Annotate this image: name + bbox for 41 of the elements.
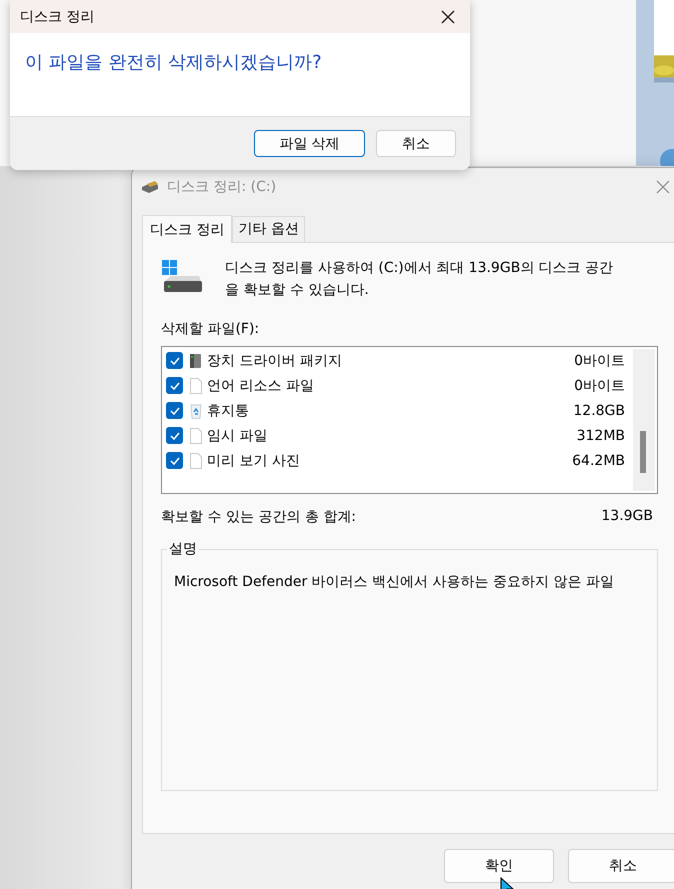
scrollbar[interactable] bbox=[633, 349, 655, 491]
description-text: Microsoft Defender 바이러스 백신에서 사용하는 중요하지 않은 파일 bbox=[173, 573, 614, 592]
checkbox[interactable] bbox=[166, 427, 183, 444]
file-size: 64.2MB bbox=[572, 452, 625, 468]
file-icon bbox=[188, 452, 204, 468]
files-label: 삭제할 파일(F): bbox=[161, 320, 260, 338]
close-icon bbox=[656, 180, 670, 194]
file-size: 12.8GB bbox=[573, 402, 625, 418]
window-title: 디스크 정리: (C:) bbox=[167, 178, 276, 196]
tab[interactable]: 디스크 정리 bbox=[142, 215, 232, 243]
file-name: 휴지통 bbox=[207, 402, 250, 420]
scrollbar-thumb[interactable] bbox=[640, 431, 646, 473]
description-text: 디스크 정리를 사용하여 (C:)에서 최대 13.9GB의 디스크 공간을 확보할 수 있습니다. bbox=[225, 259, 614, 300]
recycle-bin-icon bbox=[188, 402, 204, 418]
file-size: 312MB bbox=[576, 428, 625, 444]
ok-button[interactable]: 확인 bbox=[444, 849, 554, 883]
confirm-message: 이 파일을 완전히 삭제하시겠습니까? bbox=[25, 51, 323, 74]
file-name: 미리 보기 사진 bbox=[207, 452, 301, 470]
group-legend: 설명 bbox=[167, 540, 199, 558]
checkbox[interactable] bbox=[166, 402, 183, 419]
file-name: 장치 드라이버 패키지 bbox=[207, 352, 343, 370]
server-icon bbox=[188, 352, 204, 368]
tab[interactable]: 기타 옵션 bbox=[232, 216, 305, 242]
file-icon bbox=[188, 428, 204, 444]
file-icon bbox=[188, 378, 204, 394]
cancel-button[interactable]: 취소 bbox=[568, 849, 674, 883]
total-value: 13.9GB bbox=[601, 508, 653, 526]
cancel-button[interactable]: 취소 bbox=[376, 130, 456, 157]
checkbox[interactable] bbox=[166, 352, 183, 369]
checkbox[interactable] bbox=[166, 452, 183, 469]
disk-cleanup-icon bbox=[141, 179, 159, 194]
file-size: 0바이트 bbox=[574, 376, 625, 394]
close-icon bbox=[441, 10, 455, 24]
total-label: 확보할 수 있는 공간의 총 합계: bbox=[161, 508, 356, 526]
delete-files-button[interactable]: 파일 삭제 bbox=[254, 130, 365, 157]
file-size: 0바이트 bbox=[574, 352, 625, 370]
file-name: 언어 리소스 파일 bbox=[207, 376, 315, 394]
drive-icon bbox=[161, 259, 203, 293]
dialog-title: 디스크 정리 bbox=[20, 8, 94, 26]
file-name: 임시 파일 bbox=[207, 426, 268, 444]
checkbox[interactable] bbox=[166, 377, 183, 394]
